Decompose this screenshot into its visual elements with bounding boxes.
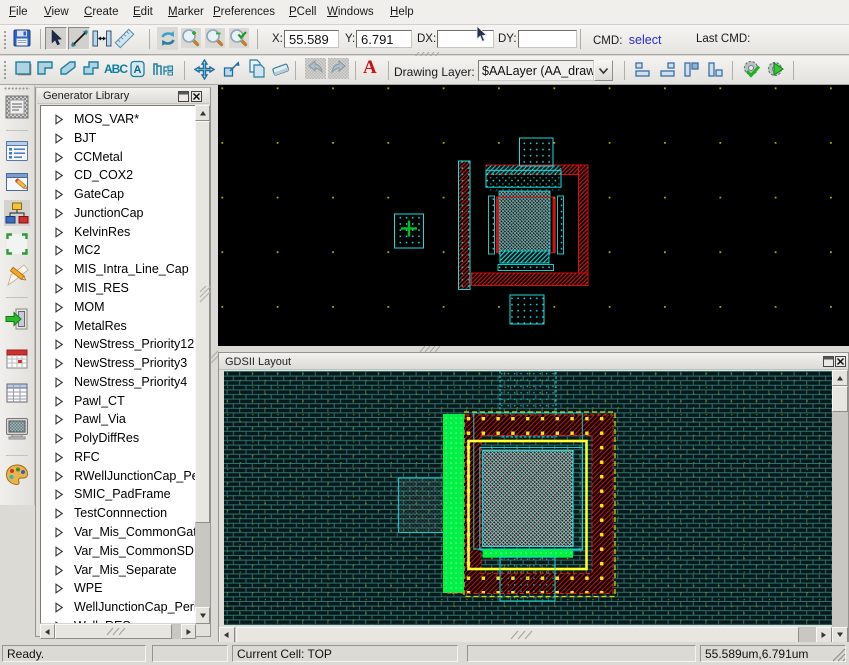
svg-text:A: A — [134, 64, 142, 76]
